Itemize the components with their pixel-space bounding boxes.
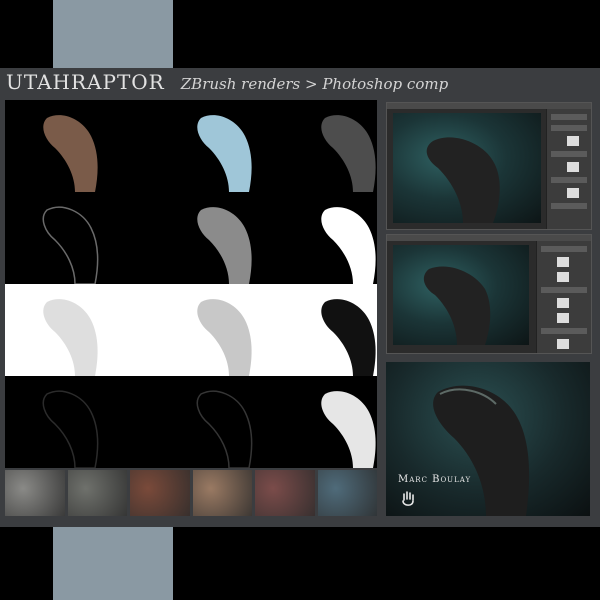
title-subtitle: ZBrush renders > Photoshop comp: [180, 75, 449, 93]
render-pass-depth: [253, 376, 377, 468]
texture-strip: [5, 470, 377, 516]
render-pass-light-shade: [129, 284, 253, 376]
photoshop-window-2: [386, 234, 592, 354]
texture-swatch: [130, 470, 190, 516]
render-pass-mask: [253, 192, 377, 284]
render-pass-dark-mask: [253, 284, 377, 376]
render-pass-grid: [5, 100, 377, 468]
photoshop-window-1: [386, 102, 592, 230]
dinosaur-image: [426, 137, 500, 223]
texture-swatch: [5, 470, 65, 516]
dinosaur-head-image: [321, 391, 376, 468]
artist-signature: Marc Boulay: [398, 474, 472, 485]
texture-swatch: [255, 470, 315, 516]
photoshop-canvas-2: [393, 245, 529, 345]
render-pass-outline: [5, 192, 129, 284]
render-pass-edge-2: [129, 376, 253, 468]
dinosaur-head-image: [197, 299, 252, 376]
dinosaur-head-image: [197, 115, 252, 192]
dinosaur-head-image: [321, 115, 376, 192]
dinosaur-head-image: [321, 207, 376, 284]
dinosaur-head-image: [321, 299, 376, 376]
title-main: UTAHRAPTOR: [6, 70, 165, 94]
texture-swatch: [67, 470, 127, 516]
photoshop-canvas-1: [393, 113, 541, 223]
hand-print-icon: [402, 491, 414, 506]
dinosaur-head-image: [43, 115, 98, 192]
texture-swatch: [317, 470, 377, 516]
render-pass-detail: [253, 100, 377, 192]
dinosaur-head-image: [42, 390, 99, 468]
dinosaur-head-image: [196, 390, 253, 468]
render-pass-edge: [5, 376, 129, 468]
dinosaur-image: [433, 385, 530, 516]
page-title: UTAHRAPTOR ZBrush renders > Photoshop co…: [6, 70, 448, 96]
render-pass-cavity-blue: [129, 100, 253, 192]
render-pass-color: [5, 100, 129, 192]
layers-panel: [546, 109, 591, 229]
dinosaur-image: [423, 266, 491, 345]
dinosaur-head-image: [42, 206, 99, 284]
texture-swatch: [192, 470, 252, 516]
final-composite: Marc Boulay: [386, 362, 590, 516]
top-accent-stripe: [53, 0, 173, 68]
render-pass-light-ao: [5, 284, 129, 376]
render-pass-grey: [129, 192, 253, 284]
bottom-accent-stripe: [53, 527, 173, 600]
dinosaur-head-image: [43, 299, 98, 376]
dinosaur-head-image: [197, 207, 252, 284]
layers-panel: [536, 241, 591, 353]
